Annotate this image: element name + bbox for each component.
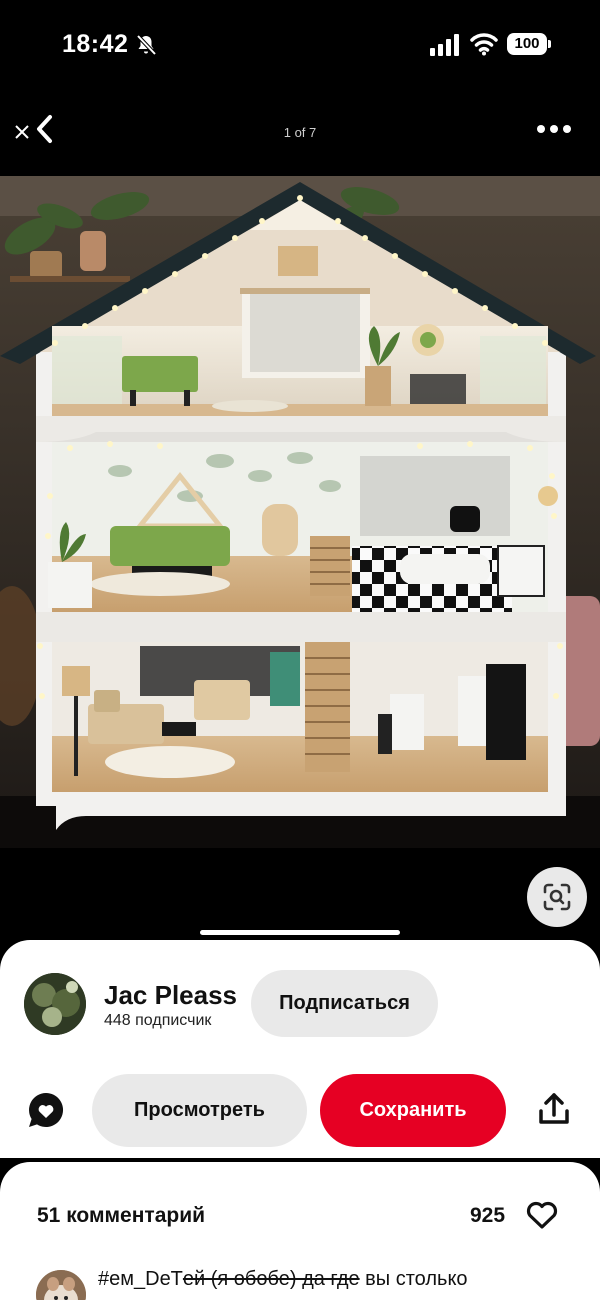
view-button[interactable]: Просмотреть	[92, 1074, 307, 1147]
author-avatar[interactable]	[24, 973, 86, 1035]
status-bar: 18:42 100	[0, 0, 600, 90]
cellular-signal-icon	[430, 34, 459, 56]
visual-search-button[interactable]	[527, 867, 587, 927]
image-pager: 1 of 7	[283, 125, 317, 140]
battery-level: 100	[507, 33, 547, 55]
pin-details-sheet: Jac Pleass 448 подписчик Подписаться Про…	[0, 940, 600, 1160]
dollhouse-photo	[0, 176, 600, 848]
author-followers: 448 подписчик	[104, 1012, 212, 1029]
comments-panel[interactable]: 51 комментарий 925 #ем_DeTей (я обобе) д…	[0, 1162, 600, 1300]
save-button[interactable]: Сохранить	[320, 1074, 506, 1147]
commenter-avatar[interactable]	[36, 1270, 86, 1300]
comment-bubble-icon[interactable]	[26, 1090, 66, 1130]
subscribe-button[interactable]: Подписаться	[251, 970, 438, 1037]
bell-slash-icon	[136, 34, 157, 56]
heart-icon[interactable]	[525, 1200, 559, 1230]
wifi-icon	[470, 33, 498, 56]
likes-count: 925	[470, 1204, 506, 1227]
battery-icon: 100	[507, 33, 551, 55]
more-horizontal-icon[interactable]	[536, 124, 572, 134]
top-nav: 1 of 7	[0, 100, 600, 160]
pin-image[interactable]	[0, 176, 600, 848]
visual-search-icon	[543, 883, 571, 911]
comment-text-end: вы столько	[359, 1268, 468, 1290]
comments-count[interactable]: 51 комментарий	[37, 1204, 205, 1228]
home-indicator	[200, 930, 400, 935]
author-name[interactable]: Jac Pleass	[104, 980, 237, 1011]
comment-text-struck: ей (я обобе) да где	[182, 1268, 360, 1290]
comment-text: #ем_DeTей (я обобе) да где вы столько	[98, 1268, 568, 1291]
status-time: 18:42	[62, 30, 129, 58]
comment-text-start: #ем_DeT	[98, 1268, 183, 1290]
share-icon[interactable]	[536, 1091, 572, 1127]
